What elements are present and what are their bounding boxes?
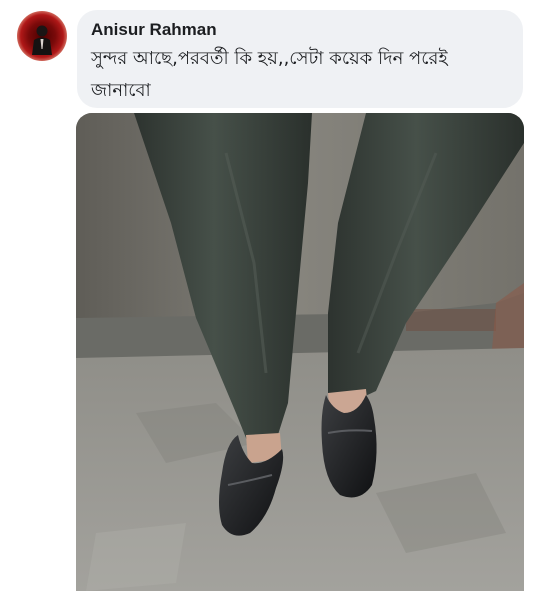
comment-text: সুন্দর আছে,পরবর্তী কি হয়,,সেটা কয়েক দি…: [91, 48, 448, 101]
comment-bubble: Anisur Rahman সুন্দর আছে,পরবর্তী কি হয়,…: [77, 10, 523, 108]
commenter-avatar[interactable]: [17, 11, 67, 61]
comment-photo-attachment[interactable]: [76, 113, 524, 591]
person-icon: [32, 25, 52, 55]
comment-author-name[interactable]: Anisur Rahman: [91, 20, 509, 40]
photo-image: [76, 113, 524, 591]
